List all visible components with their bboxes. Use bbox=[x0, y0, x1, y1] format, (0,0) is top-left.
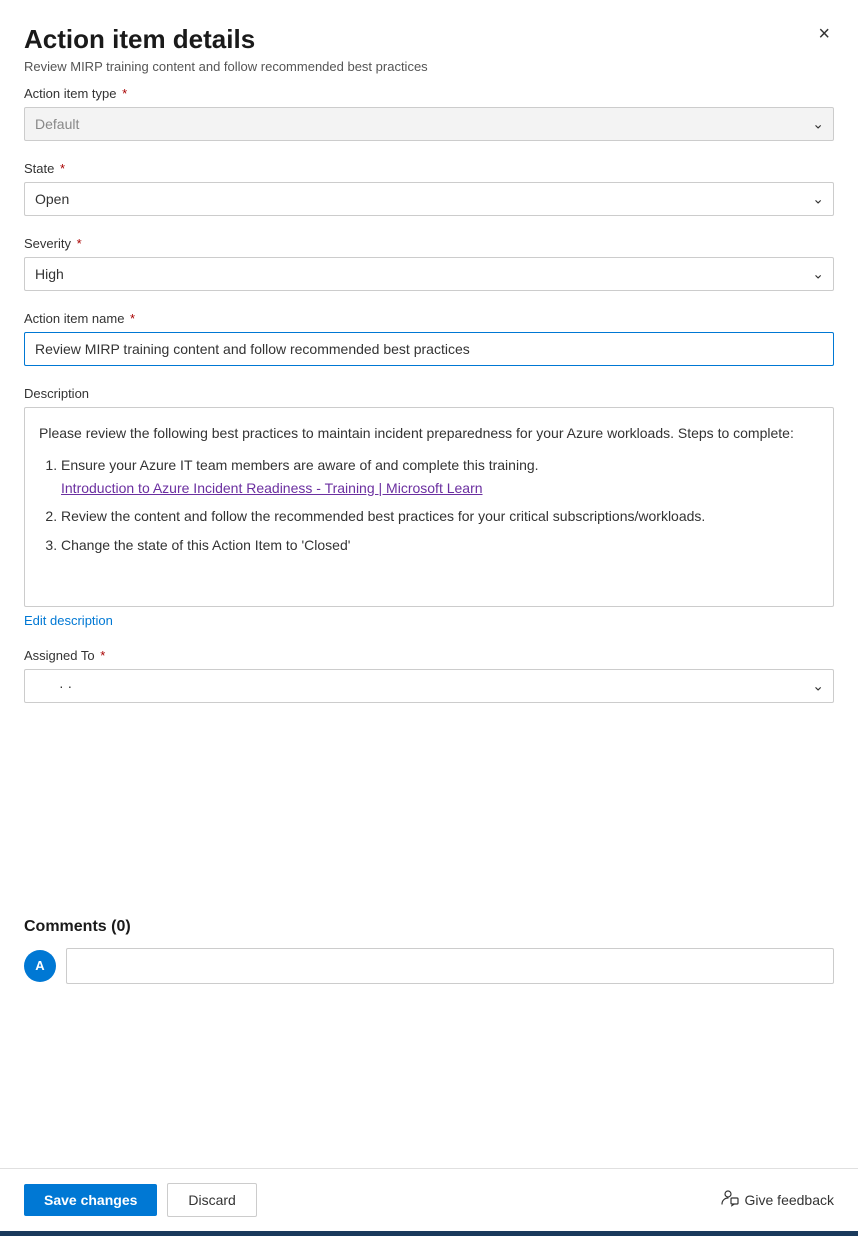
discard-button[interactable]: Discard bbox=[167, 1183, 256, 1217]
required-star-state: * bbox=[56, 161, 65, 176]
state-group: State * Open Closed In Progress ⌄ bbox=[24, 161, 834, 216]
comments-section: Comments (0) A bbox=[0, 918, 858, 984]
edit-description-link[interactable]: Edit description bbox=[24, 613, 113, 628]
bottom-bar bbox=[0, 1231, 858, 1236]
required-star-name: * bbox=[126, 311, 135, 326]
action-item-name-group: Action item name * bbox=[24, 311, 834, 366]
action-item-type-wrapper: Default ⌄ bbox=[24, 107, 834, 141]
comment-input-row: A bbox=[24, 948, 834, 984]
panel-subtitle: Review MIRP training content and follow … bbox=[24, 59, 834, 74]
close-button[interactable]: × bbox=[810, 20, 838, 48]
description-step-3: Change the state of this Action Item to … bbox=[61, 534, 819, 556]
training-link[interactable]: Introduction to Azure Incident Readiness… bbox=[61, 480, 483, 496]
description-group: Description Please review the following … bbox=[24, 386, 834, 628]
footer-bar: Save changes Discard Give feedback bbox=[0, 1168, 858, 1231]
description-steps: Ensure your Azure IT team members are aw… bbox=[39, 454, 819, 556]
required-star-severity: * bbox=[73, 236, 82, 251]
comment-input[interactable] bbox=[66, 948, 834, 984]
action-item-type-select[interactable]: Default bbox=[24, 107, 834, 141]
state-label: State * bbox=[24, 161, 834, 176]
assigned-to-group: Assigned To * ◯ · · ⌄ bbox=[24, 648, 834, 703]
action-item-type-group: Action item type * Default ⌄ bbox=[24, 86, 834, 141]
panel-title: Action item details bbox=[24, 24, 834, 55]
assigned-to-label: Assigned To * bbox=[24, 648, 834, 663]
description-step-2: Review the content and follow the recomm… bbox=[61, 505, 819, 527]
description-step-1: Ensure your Azure IT team members are aw… bbox=[61, 454, 819, 499]
action-item-name-label: Action item name * bbox=[24, 311, 834, 326]
state-select[interactable]: Open Closed In Progress bbox=[24, 182, 834, 216]
panel-header: Action item details Review MIRP training… bbox=[0, 0, 858, 86]
panel-body: Action item type * Default ⌄ State * Ope… bbox=[0, 86, 858, 908]
state-wrapper: Open Closed In Progress ⌄ bbox=[24, 182, 834, 216]
give-feedback-label: Give feedback bbox=[745, 1192, 835, 1208]
assigned-to-select[interactable]: · · bbox=[24, 669, 834, 703]
severity-wrapper: High Medium Low ⌄ bbox=[24, 257, 834, 291]
comment-avatar: A bbox=[24, 950, 56, 982]
action-item-name-input[interactable] bbox=[24, 332, 834, 366]
save-changes-button[interactable]: Save changes bbox=[24, 1184, 157, 1216]
give-feedback-button[interactable]: Give feedback bbox=[721, 1189, 835, 1212]
feedback-icon bbox=[721, 1189, 739, 1212]
action-item-details-panel: Action item details Review MIRP training… bbox=[0, 0, 858, 1236]
assigned-to-wrapper: ◯ · · ⌄ bbox=[24, 669, 834, 703]
description-label: Description bbox=[24, 386, 834, 401]
severity-group: Severity * High Medium Low ⌄ bbox=[24, 236, 834, 291]
required-star-assigned: * bbox=[97, 648, 106, 663]
description-intro: Please review the following best practic… bbox=[39, 422, 819, 444]
required-star: * bbox=[119, 86, 128, 101]
action-item-type-label: Action item type * bbox=[24, 86, 834, 101]
footer-left: Save changes Discard bbox=[24, 1183, 257, 1217]
feedback-svg-icon bbox=[721, 1189, 739, 1207]
comments-title: Comments (0) bbox=[24, 918, 834, 936]
description-content: Please review the following best practic… bbox=[24, 407, 834, 607]
severity-select[interactable]: High Medium Low bbox=[24, 257, 834, 291]
severity-label: Severity * bbox=[24, 236, 834, 251]
